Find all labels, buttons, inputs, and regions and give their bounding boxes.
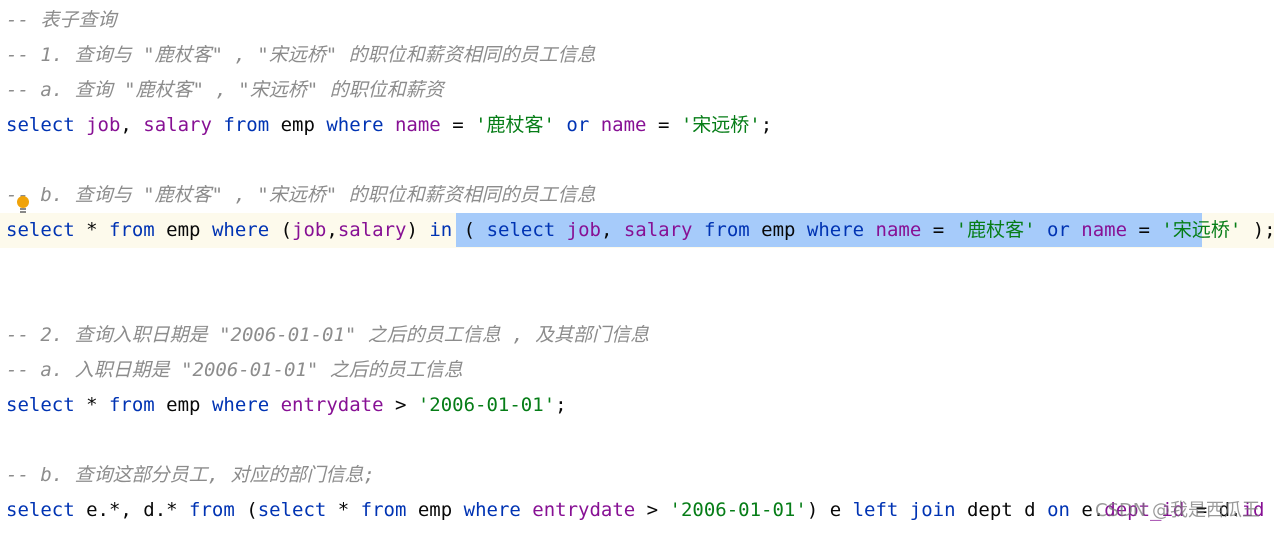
column-name: entrydate	[280, 394, 395, 416]
comment: -- a. 查询 "鹿杖客" , "宋远桥" 的职位和薪资	[6, 79, 444, 101]
string-literal: '鹿杖客'	[475, 114, 567, 136]
keyword: left join	[852, 499, 967, 521]
code-text: =	[932, 219, 956, 241]
code-text: (	[463, 219, 487, 241]
comment: -- 表子查询	[6, 9, 117, 31]
code-text: dept d	[966, 499, 1048, 521]
keyword: from	[108, 219, 167, 241]
code-line[interactable]: -- b. 查询这部分员工, 对应的部门信息;	[6, 458, 375, 493]
column-name: salary	[623, 219, 704, 241]
code-text: emp	[417, 499, 464, 521]
column-name: name	[1081, 219, 1139, 241]
keyword: in	[429, 219, 464, 241]
keyword: select	[6, 394, 87, 416]
keyword: where	[211, 219, 281, 241]
code-line[interactable]: select * from emp where entrydate > '200…	[6, 388, 567, 423]
string-literal: '2006-01-01'	[669, 499, 807, 521]
code-text: ,	[326, 219, 338, 241]
code-text: =	[657, 114, 681, 136]
code-text: ;	[555, 394, 567, 416]
string-literal: '宋远桥'	[680, 114, 761, 136]
column-name: name	[875, 219, 933, 241]
comment: -- 1. 查询与 "鹿杖客" , "宋远桥" 的职位和薪资相同的员工信息	[6, 44, 596, 66]
keyword: where	[211, 394, 281, 416]
code-line[interactable]: -- 1. 查询与 "鹿杖客" , "宋远桥" 的职位和薪资相同的员工信息	[6, 38, 596, 73]
comment: -- a. 入职日期是 "2006-01-01" 之后的员工信息	[6, 359, 463, 381]
code-text: *	[86, 394, 109, 416]
keyword: where	[326, 114, 395, 136]
keyword: from	[703, 219, 762, 241]
code-line[interactable]: -- b. 查询与 "鹿杖客" , "宋远桥" 的职位和薪资相同的员工信息	[6, 178, 596, 213]
column-name: job	[566, 219, 601, 241]
keyword: on	[1047, 499, 1082, 521]
comment: -- 2. 查询入职日期是 "2006-01-01" 之后的员工信息 , 及其部…	[6, 324, 650, 346]
lightbulb-icon[interactable]	[16, 195, 30, 215]
code-line[interactable]: -- a. 入职日期是 "2006-01-01" 之后的员工信息	[6, 353, 463, 388]
column-name: job	[86, 114, 121, 136]
code-text: e.*, d.*	[86, 499, 190, 521]
keyword: from	[223, 114, 281, 136]
code-text: emp	[280, 114, 327, 136]
code-text: ;	[760, 114, 773, 136]
code-line[interactable]: select job, salary from emp where name =…	[6, 108, 772, 143]
keyword: select	[6, 499, 87, 521]
column-name: salary	[143, 114, 224, 136]
code-text: emp	[166, 394, 212, 416]
code-text: =	[1138, 219, 1162, 241]
code-text: =	[452, 114, 476, 136]
keyword: or	[566, 114, 601, 136]
code-text: )	[406, 219, 430, 241]
code-line[interactable]: -- 表子查询	[6, 3, 116, 38]
code-text: >	[394, 394, 418, 416]
string-literal: '2006-01-01'	[417, 394, 556, 416]
code-text: (	[280, 219, 293, 241]
code-line[interactable]: select * from emp where (job,salary) in …	[6, 213, 1274, 248]
code-line[interactable]: select e.*, d.* from (select * from emp …	[6, 493, 1274, 528]
code-text: >	[646, 499, 670, 521]
comment: -- b. 查询这部分员工, 对应的部门信息;	[6, 464, 375, 486]
string-literal: '鹿杖客'	[955, 219, 1047, 241]
keyword: select	[486, 219, 567, 241]
keyword: or	[1046, 219, 1082, 241]
column-name: entrydate	[532, 499, 647, 521]
code-line[interactable]: -- a. 查询 "鹿杖客" , "宋远桥" 的职位和薪资	[6, 73, 444, 108]
keyword: from	[108, 394, 167, 416]
keyword: select	[257, 499, 338, 521]
keyword: where	[806, 219, 876, 241]
keyword: where	[463, 499, 533, 521]
keyword: from	[189, 499, 247, 521]
column-name: job	[292, 219, 327, 241]
column-name: salary	[337, 219, 407, 241]
code-text: ,	[120, 114, 144, 136]
column-name: name	[600, 114, 658, 136]
code-text: ,	[600, 219, 624, 241]
code-text: *	[337, 499, 361, 521]
code-text: *	[86, 219, 109, 241]
code-text: (	[246, 499, 258, 521]
watermark: CSDN @我是西瓜王	[1094, 500, 1260, 521]
comment: -- b. 查询与 "鹿杖客" , "宋远桥" 的职位和薪资相同的员工信息	[6, 184, 596, 206]
keyword: select	[6, 219, 87, 241]
keyword: from	[360, 499, 418, 521]
string-literal: '宋远桥'	[1161, 219, 1253, 241]
code-line[interactable]: -- 2. 查询入职日期是 "2006-01-01" 之后的员工信息 , 及其部…	[6, 318, 649, 353]
code-text: ) e	[806, 499, 853, 521]
code-text: );	[1252, 219, 1274, 241]
code-text: emp	[166, 219, 212, 241]
code-text: emp	[761, 219, 807, 241]
column-name: name	[394, 114, 453, 136]
keyword: select	[6, 114, 87, 136]
